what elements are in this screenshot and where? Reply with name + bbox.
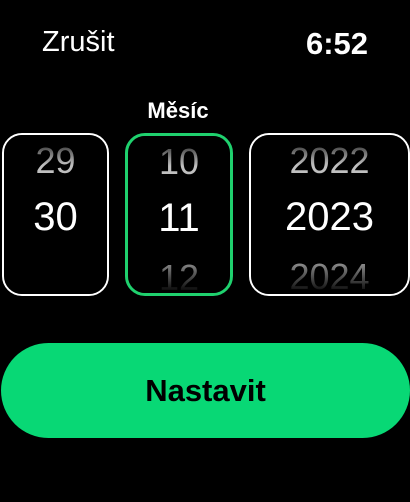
clock-time: 6:52	[305, 26, 368, 61]
month-picker[interactable]: 10 11 12	[125, 133, 233, 296]
month-next-value: 12	[158, 257, 200, 296]
year-prev-value: 2022	[289, 140, 370, 181]
day-current-value: 30	[33, 195, 78, 239]
cancel-button[interactable]: Zrušit	[42, 26, 115, 59]
year-next-value: 2024	[289, 256, 370, 296]
year-picker[interactable]: 2022 2023 2024	[249, 133, 410, 296]
month-current-value: 11	[158, 196, 200, 240]
day-prev-value: 29	[35, 140, 76, 181]
month-prev-value: 10	[158, 141, 200, 182]
top-bar: Zrušit 6:52	[0, 0, 410, 90]
day-picker[interactable]: 29 30	[2, 133, 109, 296]
set-button[interactable]: Nastavit	[1, 343, 410, 438]
picker-fade-bottom	[4, 264, 107, 294]
year-current-value: 2023	[285, 195, 374, 239]
active-column-label: Měsíc	[147, 98, 209, 123]
